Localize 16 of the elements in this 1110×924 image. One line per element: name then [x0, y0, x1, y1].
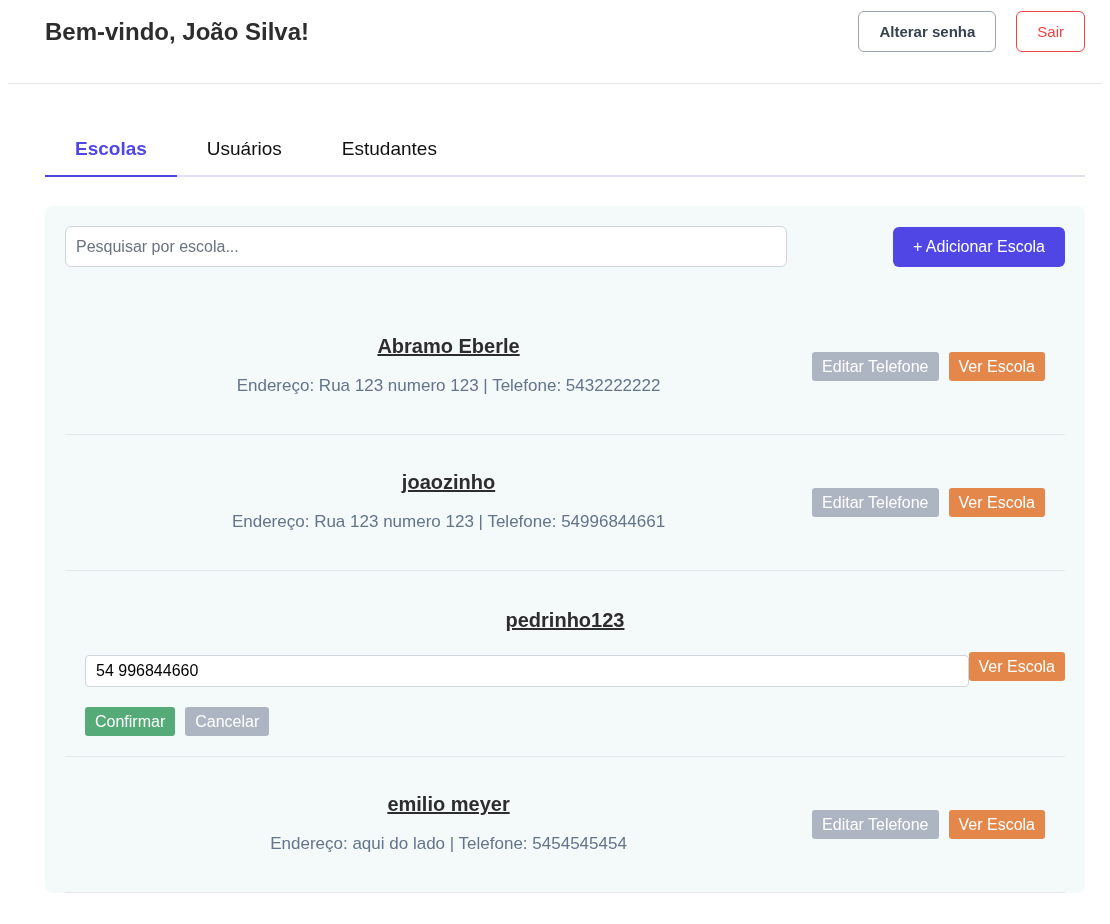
tab[interactable]: Estudantes — [311, 128, 467, 177]
school-details: Endereço: aqui do lado | Telefone: 5454545454 — [270, 834, 627, 854]
school-details: Endereço: Rua 123 numero 123 | Telefone: 5432222222 — [236, 376, 661, 396]
tab[interactable]: Escolas — [45, 128, 177, 177]
school-details: Endereço: Rua 123 numero 123 | Telefone: 54996844661 — [231, 512, 666, 532]
welcome-title: Bem-vindo, João Silva! — [45, 18, 310, 46]
change-password-button[interactable]: Alterar senha — [858, 11, 997, 52]
add-school-button[interactable]: + Adicionar Escola — [892, 226, 1065, 267]
school-name-link[interactable]: joaozinho — [401, 471, 496, 494]
tab[interactable]: Usuários — [176, 128, 312, 177]
phone-input-field[interactable]: 54 996844660 — [85, 655, 969, 687]
search-field[interactable]: Pesquisar por escola... — [65, 226, 787, 267]
school-name-link[interactable]: Abramo Eberle — [377, 335, 520, 358]
school-name-link[interactable]: pedrinho123 — [505, 609, 625, 632]
logout-button[interactable]: Sair — [1016, 11, 1085, 52]
school-name-link[interactable]: emilio meyer — [387, 793, 510, 816]
